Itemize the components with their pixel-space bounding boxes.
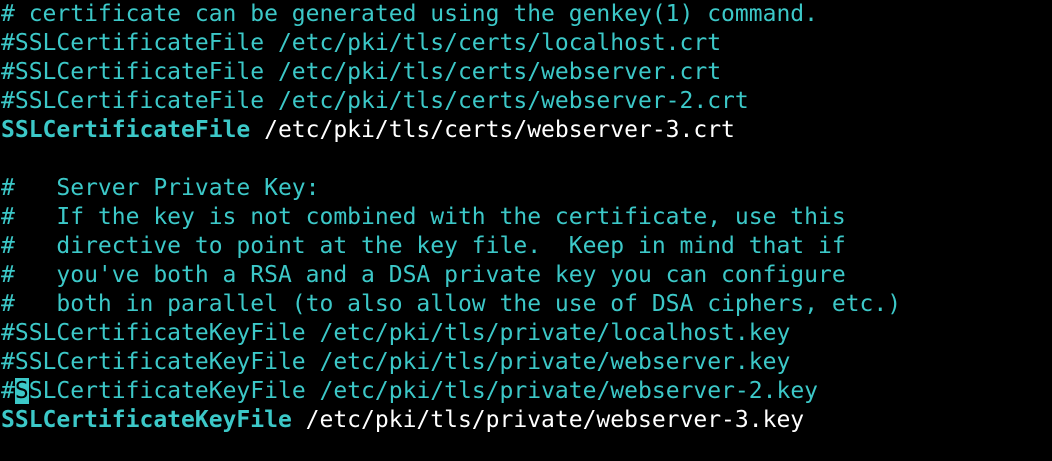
comment-rest: SLCertificateKeyFile /etc/pki/tls/privat…	[28, 378, 819, 404]
commented-certificate-directive: #SSLCertificateFile /etc/pki/tls/certs/w…	[1, 88, 749, 114]
commented-certificate-directive: #SSLCertificateFile /etc/pki/tls/certs/w…	[1, 59, 722, 85]
directive-value: /etc/pki/tls/private/webserver-3.key	[291, 407, 805, 433]
directive-value: /etc/pki/tls/certs/webserver-3.crt	[250, 117, 735, 143]
comment-line: # certificate can be generated using the…	[1, 1, 818, 27]
comment-line: # directive to point at the key file. Ke…	[1, 233, 846, 259]
comment-line: # Server Private Key:	[1, 175, 320, 201]
commented-key-directive-with-cursor: #SSLCertificateKeyFile /etc/pki/tls/priv…	[0, 377, 1052, 406]
commented-key-directive: #SSLCertificateKeyFile /etc/pki/tls/priv…	[1, 320, 791, 346]
commented-key-directive: #SSLCertificateKeyFile /etc/pki/tls/priv…	[1, 349, 791, 375]
active-key-directive-line: SSLCertificateKeyFile /etc/pki/tls/priva…	[0, 406, 1052, 435]
active-certificate-directive-line: SSLCertificateFile /etc/pki/tls/certs/we…	[0, 116, 1052, 145]
comment-line: # If the key is not combined with the ce…	[1, 204, 846, 230]
directive-keyword: SSLCertificateKeyFile	[1, 407, 292, 433]
comment-line: # you've both a RSA and a DSA private ke…	[1, 262, 846, 288]
terminal-editor-window[interactable]: # certificate can be generated using the…	[0, 0, 1052, 461]
commented-certificate-directive: #SSLCertificateFile /etc/pki/tls/certs/l…	[1, 30, 722, 56]
text-cursor[interactable]: S	[14, 378, 29, 404]
comment-line: # both in parallel (to also allow the us…	[1, 291, 902, 317]
directive-keyword: SSLCertificateFile	[1, 117, 251, 143]
comment-hash: #	[1, 378, 15, 404]
